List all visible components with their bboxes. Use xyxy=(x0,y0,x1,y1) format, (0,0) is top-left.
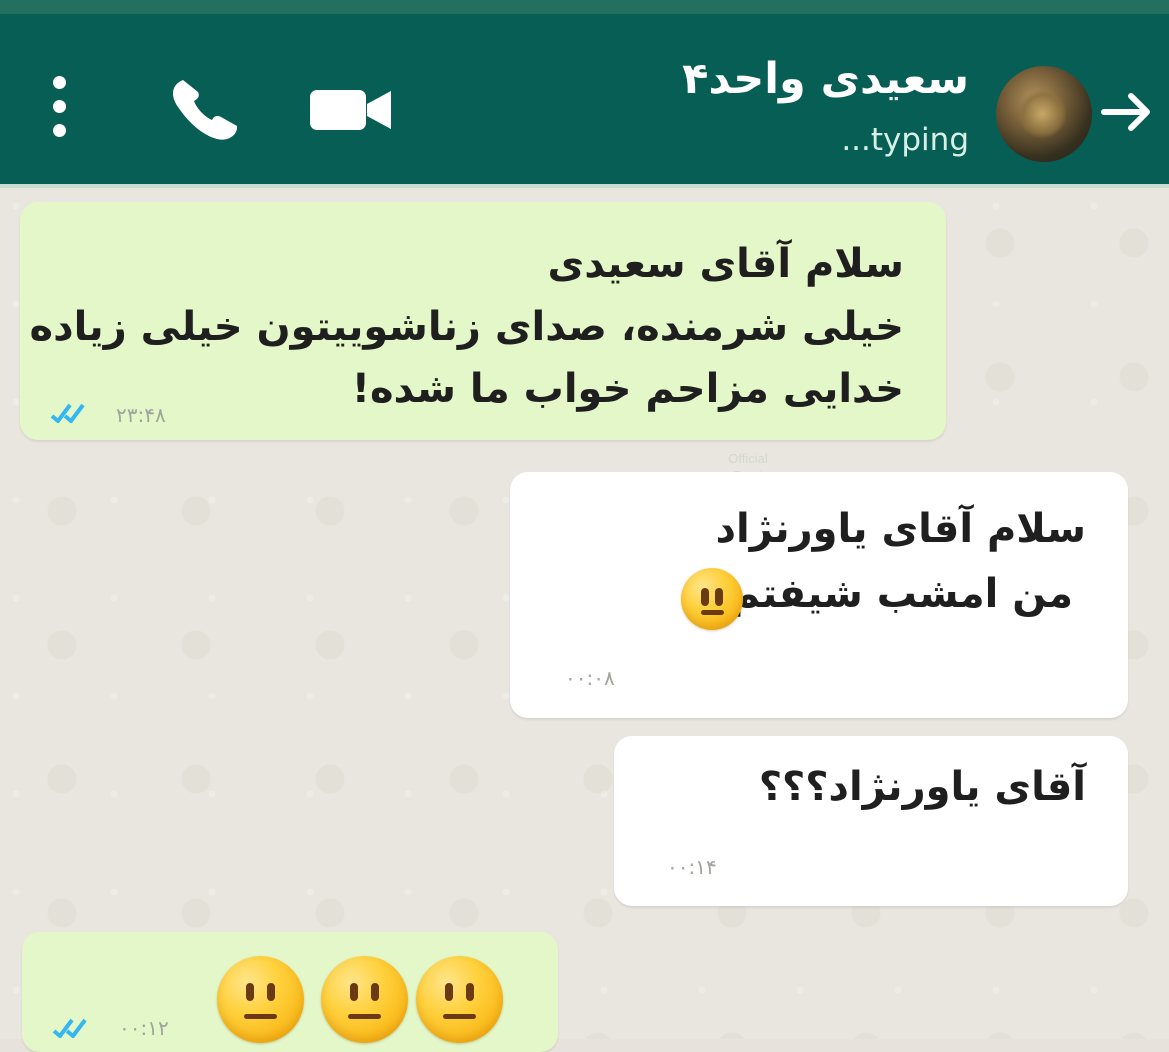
avatar[interactable] xyxy=(996,66,1092,162)
message-line: من امشب شیفتم xyxy=(730,571,1073,617)
typing-status: ...typing xyxy=(841,122,969,158)
chat-header: سعیدی واحد۴ ...typing xyxy=(0,14,1169,184)
incoming-message[interactable]: سلام آقای یاورنژاد من امشب شیفتم ۰۰:۰۸ xyxy=(510,472,1128,718)
message-line: سلام آقای یاورنژاد xyxy=(715,506,1086,552)
phone-icon[interactable] xyxy=(165,72,247,146)
neutral-face-emoji xyxy=(416,956,503,1043)
message-time: ۰۰:۱۲ xyxy=(119,1016,169,1040)
message-line: سلام آقای سعیدی xyxy=(547,241,904,287)
outgoing-message[interactable]: ۰۰:۱۲ xyxy=(22,932,558,1052)
neutral-face-emoji xyxy=(217,956,304,1043)
contact-name[interactable]: سعیدی واحد۴ xyxy=(682,54,969,104)
outgoing-message[interactable]: سلام آقای سعیدی خیلی شرمنده، صدای زناشوی… xyxy=(20,202,946,440)
more-options-icon[interactable] xyxy=(48,76,72,142)
message-time: ۰۰:۰۸ xyxy=(565,666,615,690)
double-check-icon xyxy=(52,1018,87,1038)
message-line: خیلی شرمنده، صدای زناشوییتون خیلی زیاده xyxy=(29,304,904,350)
message-time: ۰۰:۱۴ xyxy=(667,855,717,879)
status-strip xyxy=(0,0,1169,14)
message-line: خدایی مزاحم خواب ما شده! xyxy=(351,366,904,412)
double-check-icon xyxy=(50,403,85,423)
back-arrow-icon[interactable] xyxy=(1098,82,1156,142)
video-call-icon[interactable] xyxy=(306,82,398,138)
message-time: ۲۳:۴۸ xyxy=(116,403,166,427)
neutral-face-emoji xyxy=(681,568,743,630)
neutral-face-emoji xyxy=(321,956,408,1043)
conversation-area[interactable]: Official Persi سلام آقای سعیدی خیلی شرمن… xyxy=(0,188,1169,1052)
message-line: آقای یاورنژاد؟؟؟ xyxy=(758,764,1086,810)
incoming-message[interactable]: آقای یاورنژاد؟؟؟ ۰۰:۱۴ xyxy=(614,736,1128,906)
